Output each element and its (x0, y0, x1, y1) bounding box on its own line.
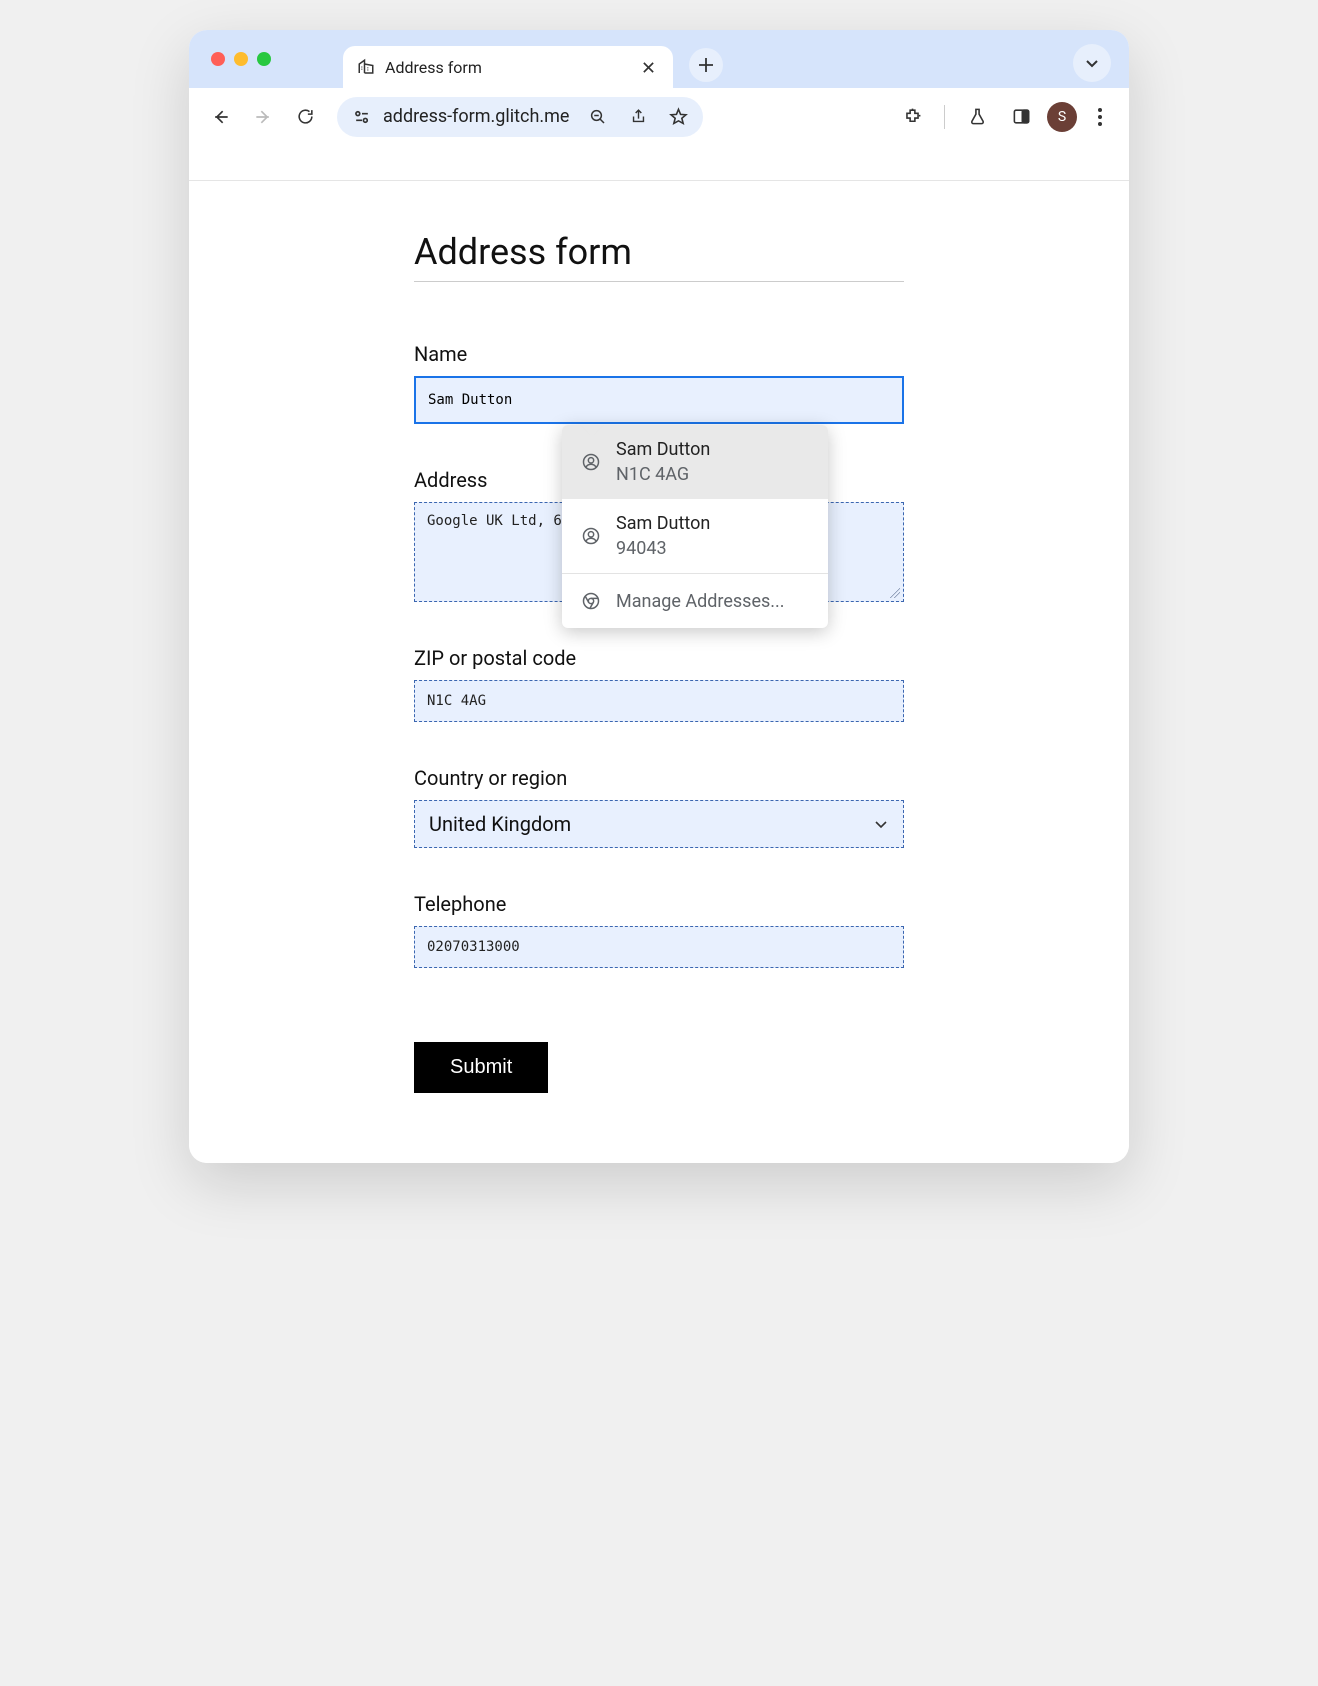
field-telephone: Telephone 02070313000 (414, 892, 904, 968)
tabs-dropdown-button[interactable] (1073, 44, 1111, 82)
avatar-initial: S (1058, 109, 1066, 125)
titlebar: Address form (189, 30, 1129, 88)
name-value: Sam Dutton (428, 392, 512, 408)
window-maximize-button[interactable] (257, 52, 271, 66)
address-bar[interactable]: address-form.glitch.me (337, 97, 703, 137)
label-telephone: Telephone (414, 892, 904, 916)
site-settings-icon[interactable] (351, 106, 373, 128)
new-tab-button[interactable] (689, 48, 723, 82)
forward-button[interactable] (245, 99, 281, 135)
browser-menu-button[interactable] (1085, 102, 1115, 132)
address-value: Google UK Ltd, 6 (427, 513, 562, 529)
label-name: Name (414, 342, 904, 366)
field-zip: ZIP or postal code N1C 4AG (414, 646, 904, 722)
reload-button[interactable] (287, 99, 323, 135)
autofill-popup: Sam Dutton N1C 4AG Sam Dutton 94043 (562, 425, 828, 628)
label-zip: ZIP or postal code (414, 646, 904, 670)
suggestion-detail: N1C 4AG (616, 464, 710, 485)
telephone-value: 02070313000 (427, 939, 520, 955)
chevron-down-icon (873, 816, 889, 832)
page-content: Address form Name Sam Dutton Sam Dutton … (189, 181, 1129, 1163)
toolbar-separator (944, 105, 945, 129)
submit-button[interactable]: Submit (414, 1042, 548, 1093)
window-minimize-button[interactable] (234, 52, 248, 66)
window-controls (211, 52, 271, 66)
window-close-button[interactable] (211, 52, 225, 66)
bookmark-icon[interactable] (663, 102, 693, 132)
browser-window: Address form (189, 30, 1129, 1163)
back-button[interactable] (203, 99, 239, 135)
suggestion-name: Sam Dutton (616, 439, 710, 460)
zoom-icon[interactable] (583, 102, 613, 132)
url-text: address-form.glitch.me (383, 106, 573, 127)
labs-icon[interactable] (959, 99, 995, 135)
sidepanel-icon[interactable] (1003, 99, 1039, 135)
suggestion-name: Sam Dutton (616, 513, 710, 534)
country-value: United Kingdom (429, 812, 571, 836)
telephone-input[interactable]: 02070313000 (414, 926, 904, 968)
manage-addresses-label: Manage Addresses... (616, 591, 785, 612)
profile-avatar[interactable]: S (1047, 102, 1077, 132)
manage-addresses-button[interactable]: Manage Addresses... (562, 574, 828, 628)
tab-close-button[interactable] (637, 56, 659, 78)
page-title: Address form (414, 231, 904, 282)
share-icon[interactable] (623, 102, 653, 132)
autofill-suggestion-1[interactable]: Sam Dutton 94043 (562, 499, 828, 573)
label-country: Country or region (414, 766, 904, 790)
zip-value: N1C 4AG (427, 693, 486, 709)
browser-tab[interactable]: Address form (343, 46, 673, 88)
browser-toolbar: address-form.glitch.me S (189, 88, 1129, 146)
tab-favicon (357, 58, 375, 76)
autofill-suggestion-0[interactable]: Sam Dutton N1C 4AG (562, 425, 828, 499)
tab-title: Address form (385, 58, 627, 77)
name-input[interactable]: Sam Dutton (414, 376, 904, 424)
field-country: Country or region United Kingdom (414, 766, 904, 848)
person-icon (580, 525, 602, 547)
toolbar-right: S (894, 99, 1115, 135)
field-name: Name Sam Dutton (414, 342, 904, 424)
country-select[interactable]: United Kingdom (414, 800, 904, 848)
chrome-icon (580, 590, 602, 612)
person-icon (580, 451, 602, 473)
zip-input[interactable]: N1C 4AG (414, 680, 904, 722)
extensions-icon[interactable] (894, 99, 930, 135)
suggestion-detail: 94043 (616, 538, 710, 559)
